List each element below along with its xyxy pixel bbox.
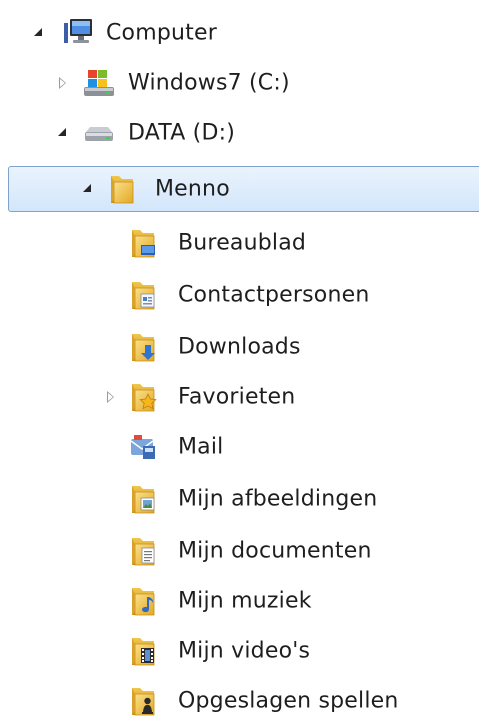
desktop-folder-icon [128,227,158,259]
tree-item-label: DATA (D:) [128,120,235,146]
tree-item-label: Opgeslagen spellen [178,688,399,714]
tree-item-computer[interactable]: Computer [0,8,479,58]
tree-item-downloads[interactable]: Downloads [0,322,479,372]
computer-icon [62,17,92,49]
tree-item-drive-c[interactable]: Windows7 (C:) [0,58,479,108]
tree-item-favorieten[interactable]: Favorieten [0,372,479,422]
tree-item-mijn-documenten[interactable]: Mijn documenten [0,526,479,576]
music-folder-icon [128,585,158,617]
tree-item-label: Windows7 (C:) [128,70,290,96]
mail-icon [128,431,158,463]
tree-item-menno[interactable]: Menno [8,166,479,212]
tree-item-mijn-muziek[interactable]: Mijn muziek [0,576,479,626]
favorites-folder-icon [128,381,158,413]
tree-item-drive-d[interactable]: DATA (D:) [0,108,479,158]
navigation-tree: Computer Windows7 (C:) DATA (D:) Menno B… [0,0,479,719]
tree-item-mail[interactable]: Mail [0,422,479,472]
tree-item-bureaublad[interactable]: Bureaublad [0,218,479,268]
tree-item-label: Bureaublad [178,230,307,256]
contacts-folder-icon [128,279,158,311]
expand-arrow-icon[interactable] [81,183,93,195]
windows-drive-icon [82,67,114,99]
tree-item-label: Mijn afbeeldingen [178,486,378,512]
tree-item-mijn-afbeeldingen[interactable]: Mijn afbeeldingen [0,474,479,524]
tree-item-label: Contactpersonen [178,282,370,308]
tree-item-label: Mijn muziek [178,588,312,614]
tree-item-label: Downloads [178,334,301,360]
tree-item-label: Mijn documenten [178,538,372,564]
videos-folder-icon [128,635,158,667]
expand-arrow-icon[interactable] [32,27,44,39]
saved-games-folder-icon [128,685,158,717]
pictures-folder-icon [128,483,158,515]
documents-folder-icon [128,535,158,567]
expand-arrow-icon[interactable] [56,127,68,139]
downloads-folder-icon [128,331,158,363]
tree-item-label: Favorieten [178,384,296,410]
tree-item-label: Menno [155,176,230,202]
tree-item-contactpersonen[interactable]: Contactpersonen [0,270,479,320]
tree-item-mijn-videos[interactable]: Mijn video's [0,626,479,676]
folder-icon [107,173,137,205]
tree-item-label: Mijn video's [178,638,311,664]
hard-drive-icon [82,117,113,149]
tree-item-label: Mail [178,434,224,460]
collapse-arrow-icon[interactable] [56,77,68,89]
collapse-arrow-icon[interactable] [104,391,116,403]
tree-item-label: Computer [106,20,217,46]
